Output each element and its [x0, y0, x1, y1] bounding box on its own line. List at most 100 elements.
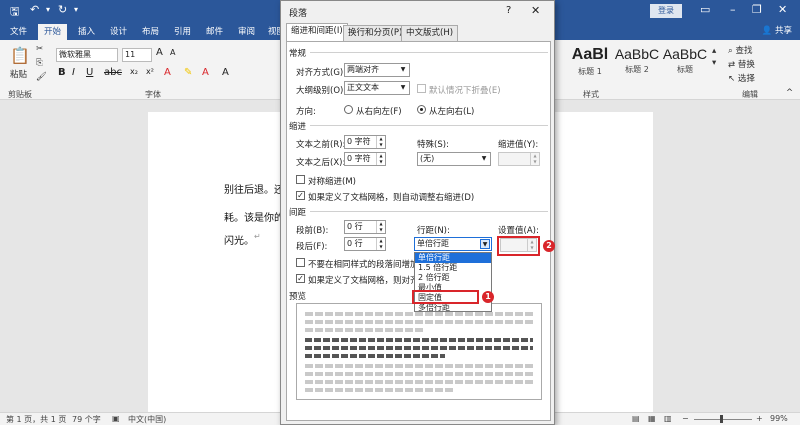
- help-button[interactable]: ?: [506, 5, 511, 16]
- styles-scroll-down-icon[interactable]: ▾: [712, 58, 716, 68]
- tab-insert[interactable]: 插入: [72, 24, 101, 40]
- language[interactable]: 中文(中国): [128, 414, 166, 425]
- word-count[interactable]: 79 个字: [72, 414, 101, 425]
- read-mode-icon[interactable]: ▤: [632, 414, 640, 423]
- ribbon-display-icon[interactable]: ▭: [700, 3, 710, 16]
- login-button[interactable]: 登录: [650, 4, 682, 18]
- style-title[interactable]: AaBbC 标题: [660, 46, 710, 82]
- find-button[interactable]: ⌕ 查找: [728, 44, 752, 56]
- select-button[interactable]: ↖ 选择: [728, 72, 755, 84]
- mirror-indent-checkbox[interactable]: [296, 175, 305, 184]
- indent-after-spinner[interactable]: 0 字符 ▲ ▼: [344, 152, 386, 166]
- tab-line-page-breaks[interactable]: 换行和分页(P): [343, 25, 408, 42]
- grow-font-icon[interactable]: A: [156, 47, 163, 58]
- format-painter-icon[interactable]: 🖌: [36, 72, 47, 82]
- spinner-arrows-icon[interactable]: ▲ ▼: [376, 153, 385, 165]
- tab-references[interactable]: 引用: [168, 24, 197, 40]
- line-spacing-select[interactable]: 单倍行距 ▼: [414, 237, 492, 251]
- font-color-icon[interactable]: A: [202, 67, 209, 78]
- strikethrough-icon[interactable]: abc: [104, 67, 122, 78]
- replace-button[interactable]: ⇄ 替换: [728, 58, 755, 70]
- maximize-icon[interactable]: ❐: [752, 3, 762, 16]
- highlight-icon[interactable]: ✎: [184, 67, 192, 78]
- zoom-in-icon[interactable]: +: [756, 414, 763, 423]
- no-space-same-style-checkbox[interactable]: [296, 258, 305, 267]
- tab-layout[interactable]: 布局: [136, 24, 165, 40]
- collapse-ribbon-icon[interactable]: ^: [786, 88, 793, 98]
- style-heading-2[interactable]: AaBbC 标题 2: [612, 46, 662, 82]
- alignment-select[interactable]: 两端对齐 ▼: [344, 63, 410, 77]
- styles-scroll-up-icon[interactable]: ▴: [712, 46, 716, 56]
- snap-to-grid-checkbox[interactable]: ✓: [296, 274, 305, 283]
- tab-design[interactable]: 设计: [104, 24, 133, 40]
- tab-home[interactable]: 开始: [38, 24, 68, 40]
- tab-asian-typography[interactable]: 中文版式(H): [401, 25, 459, 42]
- outline-level-select[interactable]: 正文文本 ▼: [344, 81, 410, 95]
- underline-icon[interactable]: U: [86, 67, 93, 78]
- close-icon[interactable]: ✕: [778, 3, 787, 16]
- paste-button[interactable]: 粘贴: [10, 68, 27, 80]
- tab-mailings[interactable]: 邮件: [200, 24, 229, 40]
- space-before-spinner[interactable]: 0 行 ▲ ▼: [344, 220, 386, 234]
- indent-by-spinner[interactable]: ▲ ▼: [498, 152, 540, 166]
- line-spacing-option-multiple[interactable]: 多倍行距: [415, 303, 491, 313]
- zoom-level[interactable]: 99%: [770, 414, 788, 423]
- cut-icon[interactable]: ✂: [36, 44, 43, 54]
- line-spacing-option-double[interactable]: 2 倍行距: [415, 273, 491, 283]
- web-layout-icon[interactable]: ▥: [664, 414, 672, 423]
- tab-file[interactable]: 文件: [4, 24, 33, 40]
- indent-after-value: 0 字符: [347, 154, 371, 163]
- subscript-icon[interactable]: x₂: [130, 67, 138, 76]
- tab-indents-spacing[interactable]: 缩进和间距(I): [286, 23, 348, 42]
- italic-icon[interactable]: I: [72, 67, 75, 78]
- undo-icon[interactable]: ↶: [30, 3, 39, 16]
- spinner-arrows-icon[interactable]: ▲ ▼: [376, 136, 385, 148]
- collapsed-checkbox[interactable]: [417, 84, 426, 93]
- print-layout-icon[interactable]: ▦: [648, 414, 656, 423]
- proofing-icon[interactable]: ▣: [112, 414, 120, 423]
- ltr-radio[interactable]: [417, 105, 426, 114]
- style-heading-1[interactable]: AaBl 标题 1: [565, 46, 615, 82]
- page-count[interactable]: 第 1 页，共 1 页: [6, 414, 66, 425]
- cursor-icon: ↖: [728, 74, 738, 84]
- replace-label: 替换: [737, 60, 755, 70]
- share-button[interactable]: 👤 共享: [762, 24, 792, 36]
- zoom-slider[interactable]: [694, 419, 752, 420]
- customize-qat-icon[interactable]: ▾: [74, 5, 78, 14]
- special-indent-select[interactable]: (无) ▼: [417, 152, 491, 166]
- style-name: 标题: [677, 65, 693, 74]
- font-name-combo[interactable]: 微软雅黑: [56, 48, 118, 62]
- copy-icon[interactable]: ⎘: [36, 58, 43, 68]
- shrink-font-icon[interactable]: A: [170, 48, 175, 57]
- tab-review[interactable]: 审阅: [232, 24, 261, 40]
- save-icon[interactable]: 🖫: [10, 3, 19, 22]
- space-after-spinner[interactable]: 0 行 ▲ ▼: [344, 237, 386, 251]
- preview-line: [305, 380, 533, 384]
- replace-icon: ⇄: [728, 60, 738, 70]
- indent-divider: [310, 125, 548, 126]
- undo-dropdown-icon[interactable]: ▾: [46, 5, 50, 14]
- text-effects-icon[interactable]: A: [164, 67, 171, 78]
- line-spacing-option-single[interactable]: 单倍行距: [415, 253, 491, 263]
- zoom-out-icon[interactable]: −: [682, 414, 689, 423]
- preview-line: [305, 346, 533, 350]
- paste-icon[interactable]: 📋: [10, 46, 30, 65]
- spinner-arrows-icon[interactable]: ▲ ▼: [376, 238, 385, 250]
- minimize-icon[interactable]: –: [730, 3, 736, 16]
- zoom-slider-thumb[interactable]: [720, 415, 723, 423]
- spinner-arrows-icon[interactable]: ▲ ▼: [530, 153, 539, 165]
- redo-icon[interactable]: ↻: [58, 3, 67, 16]
- doc-line-1: 别往后退。还: [224, 185, 284, 196]
- spinner-arrows-icon[interactable]: ▲ ▼: [376, 221, 385, 233]
- space-after-label: 段后(F):: [296, 242, 328, 252]
- rtl-radio[interactable]: [344, 105, 353, 114]
- indent-before-spinner[interactable]: 0 字符 ▲ ▼: [344, 135, 386, 149]
- auto-adjust-indent-checkbox[interactable]: ✓: [296, 191, 305, 200]
- dialog-close-icon[interactable]: ✕: [531, 4, 540, 17]
- line-spacing-option-1-5[interactable]: 1.5 倍行距: [415, 263, 491, 273]
- character-shading-icon[interactable]: A: [222, 67, 229, 78]
- font-size-combo[interactable]: 11: [122, 48, 152, 62]
- bold-icon[interactable]: B: [58, 67, 66, 78]
- superscript-icon[interactable]: x²: [146, 67, 154, 76]
- preview-line: [305, 328, 425, 332]
